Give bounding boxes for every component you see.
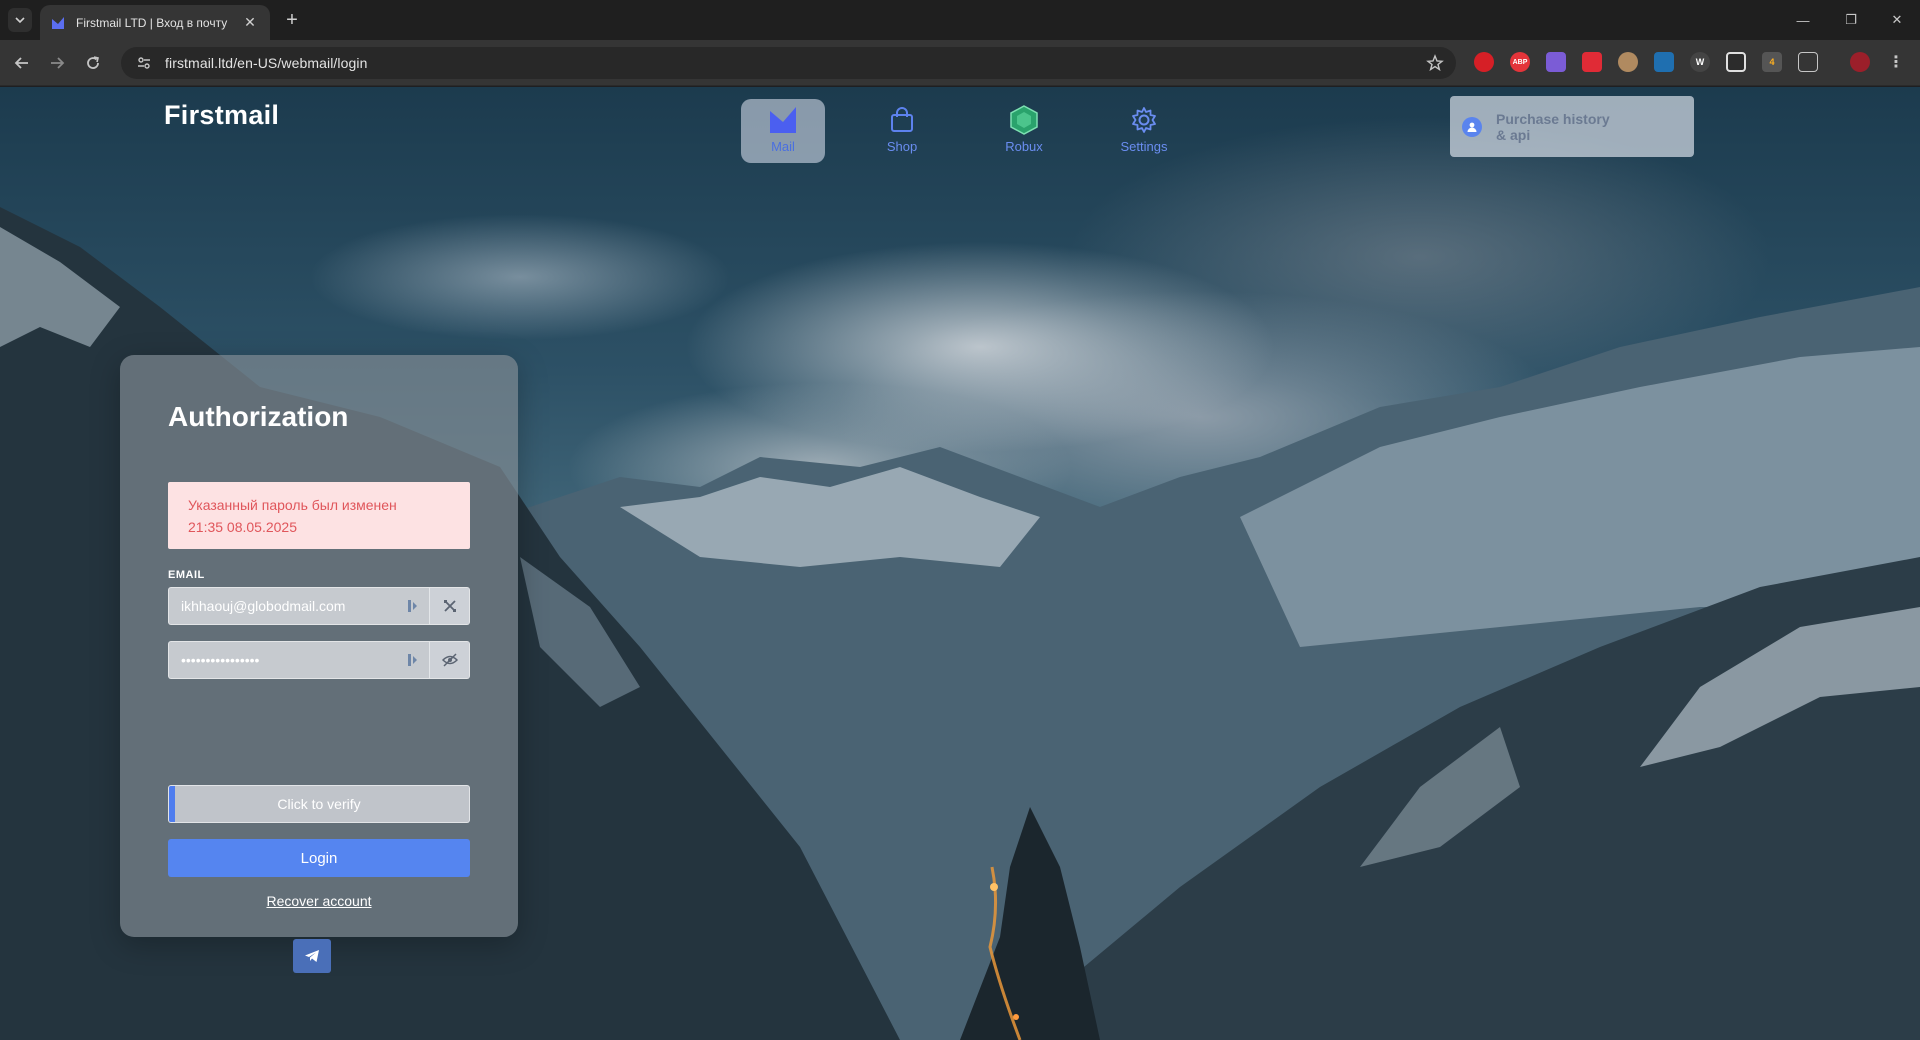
autofill-key-icon[interactable]	[405, 598, 421, 614]
page-viewport: Firstmail Mail Shop Robux Settings Purch…	[0, 87, 1920, 1040]
eye-off-icon	[441, 653, 458, 667]
purchase-history-label: Purchase history & api	[1496, 111, 1610, 143]
email-field-wrapper	[168, 587, 470, 625]
password-field[interactable]	[169, 642, 405, 678]
telegram-icon	[305, 950, 319, 962]
site-info-icon[interactable]	[135, 54, 153, 72]
tab-search-button[interactable]	[8, 8, 32, 32]
chevron-down-icon	[15, 17, 25, 24]
alert-timestamp: 21:35 08.05.2025	[188, 519, 297, 535]
bookmark-star-icon[interactable]	[1426, 54, 1444, 72]
url-text: firstmail.ltd/en-US/webmail/login	[165, 55, 368, 71]
w-ext-icon[interactable]: W	[1690, 52, 1710, 72]
autofill-key-icon[interactable]	[405, 652, 421, 668]
alert-message: Указанный пароль был изменен	[188, 497, 397, 513]
profile-avatar[interactable]	[1850, 52, 1870, 72]
login-button[interactable]: Login	[168, 839, 470, 877]
browser-tabstrip: Firstmail LTD | Вход в почту ✕ + — ❐ ✕	[0, 0, 1920, 40]
nav-robux[interactable]: Robux	[982, 99, 1066, 163]
gear-icon	[1127, 103, 1161, 137]
error-alert: Указанный пароль был изменен 21:35 08.05…	[168, 482, 470, 549]
address-bar[interactable]: firstmail.ltd/en-US/webmail/login	[121, 47, 1456, 79]
forward-button[interactable]	[44, 50, 70, 76]
purchase-line-2: & api	[1496, 126, 1531, 143]
login-card: Authorization Указанный пароль был измен…	[120, 355, 518, 973]
nav-settings[interactable]: Settings	[1102, 99, 1186, 163]
shuffle-icon	[443, 600, 456, 612]
new-tab-button[interactable]: +	[280, 8, 304, 32]
restore-icon[interactable]: ❐	[1828, 0, 1874, 40]
shield-ext-icon[interactable]	[1546, 52, 1566, 72]
page-title: Authorization	[168, 401, 349, 432]
cookie-ext-icon[interactable]	[1618, 52, 1638, 72]
reload-button[interactable]	[80, 50, 106, 76]
arrow-right-icon	[51, 57, 65, 69]
badge-ext-icon[interactable]: 4	[1762, 52, 1782, 72]
shopping-bag-icon	[885, 103, 919, 137]
captcha-verify-button[interactable]: Click to verify	[168, 785, 470, 823]
robux-hexagon-icon	[1007, 103, 1041, 137]
browser-tab[interactable]: Firstmail LTD | Вход в почту ✕	[40, 5, 270, 40]
recover-container: Recover account	[120, 893, 518, 911]
arrow-left-icon	[14, 57, 28, 69]
tab-title: Firstmail LTD | Вход в почту	[76, 15, 228, 30]
blue-ext-icon[interactable]	[1654, 52, 1674, 72]
nav-label: Mail	[771, 139, 795, 154]
telegram-button[interactable]	[293, 939, 331, 973]
purchase-history-button[interactable]: Purchase history & api	[1450, 96, 1694, 157]
firstmail-favicon-icon	[52, 16, 64, 29]
user-icon	[1462, 116, 1482, 137]
nav-label: Settings	[1120, 139, 1168, 154]
mail-logo-icon	[766, 103, 800, 137]
puzzle-icon[interactable]	[1798, 52, 1818, 72]
square-ext-icon[interactable]	[1726, 52, 1746, 72]
red-ext-icon[interactable]	[1582, 52, 1602, 72]
password-field-wrapper	[168, 641, 470, 679]
recover-account-link[interactable]: Recover account	[266, 893, 371, 909]
nav-mail[interactable]: Mail	[741, 99, 825, 163]
more-menu-icon[interactable]: ⋮	[1886, 52, 1906, 72]
tab-close-icon[interactable]: ✕	[240, 13, 260, 33]
verify-progress-bar	[169, 786, 175, 822]
minimize-icon[interactable]: —	[1780, 0, 1826, 40]
nav-label: Robux	[1005, 139, 1043, 154]
nav-label: Shop	[886, 139, 918, 154]
nav-shop[interactable]: Shop	[860, 99, 944, 163]
close-window-icon[interactable]: ✕	[1874, 0, 1920, 40]
back-button[interactable]	[9, 50, 35, 76]
toggle-password-button[interactable]	[429, 642, 469, 678]
abp-icon[interactable]: ABP	[1510, 52, 1530, 72]
verify-label: Click to verify	[277, 796, 361, 812]
email-label: EMAIL	[168, 569, 205, 581]
reload-icon	[87, 56, 99, 69]
email-field[interactable]	[169, 588, 405, 624]
opera-icon[interactable]	[1474, 52, 1494, 72]
brand-logo[interactable]: Firstmail	[164, 100, 279, 131]
purchase-line-1: Purchase history	[1496, 110, 1610, 127]
random-email-button[interactable]	[429, 588, 469, 624]
